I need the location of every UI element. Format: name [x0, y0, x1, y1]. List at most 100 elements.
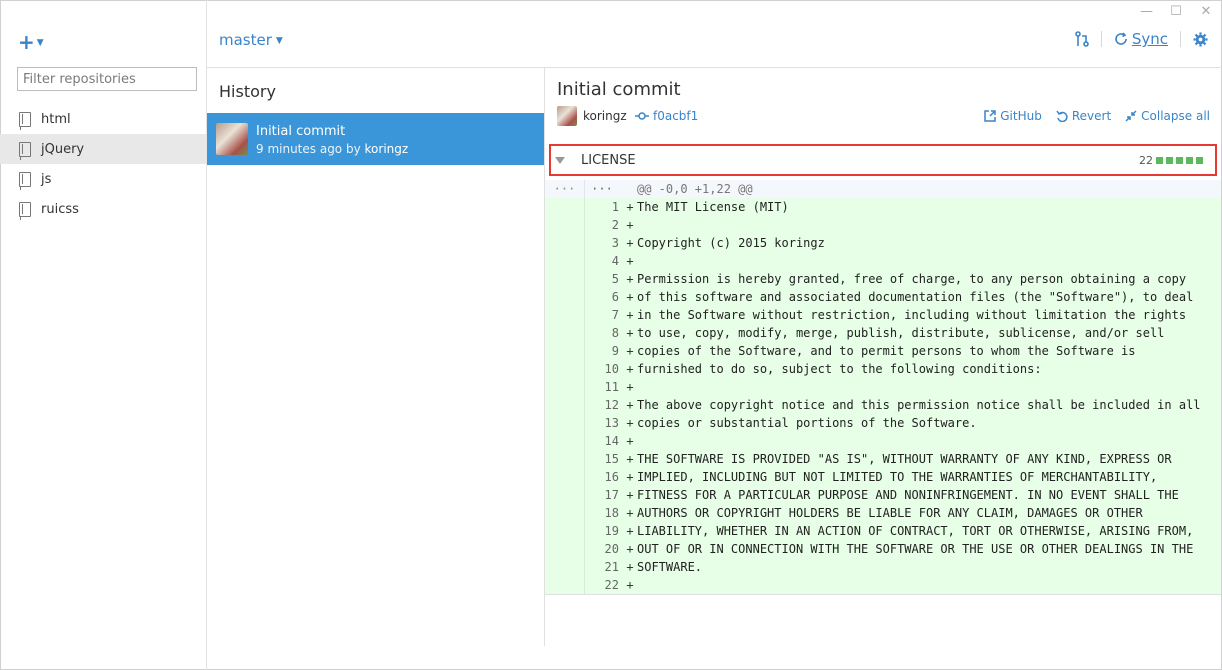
pull-request-button[interactable]	[1075, 31, 1089, 47]
line-number: 5	[611, 272, 619, 286]
file-diff-header[interactable]: LICENSE 22	[549, 144, 1217, 176]
added-sign: +	[626, 290, 634, 304]
additions-count: 22	[1139, 153, 1153, 167]
commit-list-item[interactable]: Initial commit 9 minutes ago by koringz	[207, 113, 544, 165]
repo-item-html[interactable]: html	[0, 104, 206, 134]
added-sign: +	[626, 380, 634, 394]
github-button[interactable]: GitHub	[984, 109, 1042, 123]
added-sign: +	[626, 218, 634, 232]
diff-line: 21 + SOFTWARE.	[545, 558, 1221, 576]
code-text: AUTHORS OR COPYRIGHT HOLDERS BE LIABLE F…	[637, 506, 1143, 520]
commit-sha-link[interactable]: f0acbf1	[635, 109, 698, 123]
plus-icon: +	[18, 30, 35, 54]
branch-name: master	[219, 31, 272, 49]
commit-detail: Initial commit koringz f0acbf1 GitHub Re…	[545, 68, 1222, 646]
hunk-text: @@ -0,0 +1,22 @@	[637, 182, 753, 196]
old-line-gutter: ···	[545, 180, 585, 198]
stat-block	[1186, 156, 1193, 164]
new-line-gutter: ···	[591, 182, 613, 196]
diff-line: 7 + in the Software without restriction, i…	[545, 306, 1221, 324]
line-number: 2	[611, 218, 619, 232]
repo-item-jquery[interactable]: jQuery	[0, 134, 206, 164]
diff-line: 22 +	[545, 576, 1221, 594]
stat-block	[1156, 156, 1163, 164]
line-number: 11	[604, 380, 619, 394]
collapse-all-button[interactable]: Collapse all	[1125, 109, 1210, 123]
repo-label: html	[41, 111, 71, 127]
old-line-gutter	[545, 378, 585, 396]
old-line-gutter	[545, 306, 585, 324]
settings-button[interactable]	[1193, 31, 1208, 47]
commit-title: Initial commit	[256, 124, 346, 139]
file-name: LICENSE	[581, 152, 636, 168]
repo-item-js[interactable]: js	[0, 164, 206, 194]
repo-book-icon	[19, 141, 31, 160]
code-text: The MIT License (MIT)	[637, 200, 789, 214]
avatar	[216, 123, 248, 155]
diff-line: 1 + The MIT License (MIT)	[545, 198, 1221, 216]
old-line-gutter	[545, 252, 585, 270]
disclosure-triangle-icon[interactable]	[555, 156, 565, 164]
add-repository-button[interactable]: + ▼	[18, 30, 44, 54]
code-text: copies or substantial portions of the So…	[637, 416, 977, 430]
diff-line: 13 + copies or substantial portions of the…	[545, 414, 1221, 432]
old-line-gutter	[545, 414, 585, 432]
line-number: 21	[604, 560, 619, 574]
line-number: 4	[611, 254, 619, 268]
diff-line: 12 + The above copyright notice and this p…	[545, 396, 1221, 414]
code-text: The above copyright notice and this perm…	[637, 398, 1201, 412]
diff-line: 5 + Permission is hereby granted, free of …	[545, 270, 1221, 288]
line-number: 8	[611, 326, 619, 340]
added-sign: +	[626, 578, 634, 592]
added-sign: +	[626, 254, 634, 268]
commit-time: 9 minutes ago by	[256, 142, 361, 156]
repository-sidebar: + ▼ html jQuery js ruicss	[0, 0, 207, 670]
repo-book-icon	[19, 111, 31, 130]
collapse-all-label: Collapse all	[1141, 109, 1210, 123]
old-line-gutter	[545, 234, 585, 252]
added-sign: +	[626, 200, 634, 214]
repo-item-ruicss[interactable]: ruicss	[0, 194, 206, 224]
added-sign: +	[626, 542, 634, 556]
added-sign: +	[626, 506, 634, 520]
old-line-gutter	[545, 360, 585, 378]
old-line-gutter	[545, 198, 585, 216]
branch-selector[interactable]: master ▼	[219, 31, 283, 49]
code-text: to use, copy, modify, merge, publish, di…	[637, 326, 1165, 340]
revert-label: Revert	[1071, 109, 1112, 123]
sync-button[interactable]: Sync	[1114, 30, 1168, 48]
line-number: 17	[604, 488, 619, 502]
old-line-gutter	[545, 522, 585, 540]
repo-book-icon	[19, 201, 31, 220]
added-sign: +	[626, 434, 634, 448]
old-line-gutter	[545, 558, 585, 576]
commit-meta: 9 minutes ago by koringz	[256, 142, 408, 156]
diff-line: 10 + furnished to do so, subject to the fo…	[545, 360, 1221, 378]
line-number: 7	[611, 308, 619, 322]
stat-block	[1196, 156, 1203, 164]
line-number: 20	[604, 542, 619, 556]
filter-repositories-input[interactable]	[17, 67, 197, 91]
commit-detail-title: Initial commit	[557, 79, 681, 100]
toolbar-divider	[1100, 31, 1102, 47]
old-line-gutter	[545, 540, 585, 558]
commit-sha: f0acbf1	[653, 109, 699, 123]
diff-line: 19 + LIABILITY, WHETHER IN AN ACTION OF CO…	[545, 522, 1221, 540]
added-sign: +	[626, 560, 634, 574]
old-line-gutter	[545, 450, 585, 468]
diff-line: 16 + IMPLIED, INCLUDING BUT NOT LIMITED TO…	[545, 468, 1221, 486]
code-text: IMPLIED, INCLUDING BUT NOT LIMITED TO TH…	[637, 470, 1158, 484]
added-sign: +	[626, 398, 634, 412]
diff-line: 6 + of this software and associated docume…	[545, 288, 1221, 306]
revert-button[interactable]: Revert	[1056, 109, 1111, 123]
diff-line: 11 +	[545, 378, 1221, 396]
line-number: 15	[604, 452, 619, 466]
commit-author: koringz	[364, 142, 409, 156]
commit-sha-icon	[635, 112, 649, 120]
added-sign: +	[626, 272, 634, 286]
line-number: 9	[611, 344, 619, 358]
added-sign: +	[626, 524, 634, 538]
code-text: Permission is hereby granted, free of ch…	[637, 272, 1187, 286]
code-text: THE SOFTWARE IS PROVIDED "AS IS", WITHOU…	[637, 452, 1172, 466]
old-line-gutter	[545, 468, 585, 486]
